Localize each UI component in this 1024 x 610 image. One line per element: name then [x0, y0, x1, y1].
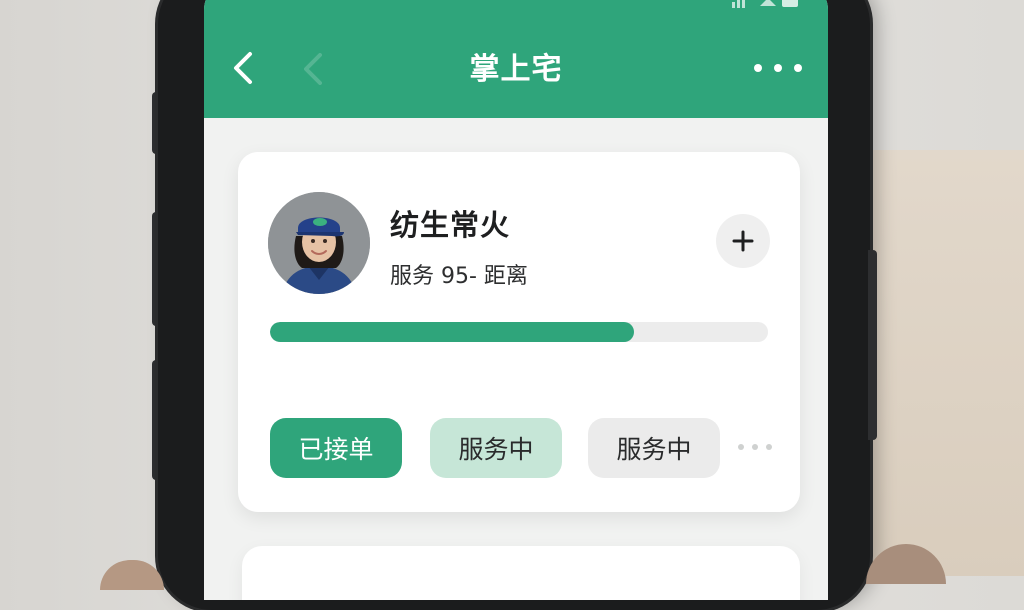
- more-dot: [752, 444, 758, 450]
- more-dot: [794, 64, 802, 72]
- more-button[interactable]: [754, 54, 802, 82]
- worker-avatar-icon: [268, 192, 370, 294]
- progress-fill: [270, 322, 634, 342]
- next-card: [242, 546, 800, 600]
- more-dot: [766, 444, 772, 450]
- avatar[interactable]: [268, 192, 370, 294]
- background-surface: [870, 150, 1024, 576]
- more-dot: [754, 64, 762, 72]
- phone-screen: 掌上宅 纺生常火 服务 95- 距离 已接单 服务中 服务中: [204, 0, 828, 600]
- page-title: 掌上宅: [469, 52, 563, 87]
- status-chip-in-service[interactable]: 服务中: [430, 418, 562, 478]
- signal-wifi-battery-icon: [732, 0, 798, 8]
- add-button[interactable]: [716, 214, 770, 268]
- phone-power-button: [868, 250, 877, 440]
- worker-name: 纺生常火: [390, 208, 511, 242]
- status-chip-in-service-secondary[interactable]: 服务中: [588, 418, 720, 478]
- worker-meta: 服务 95- 距离: [390, 264, 528, 289]
- plus-icon: [732, 230, 754, 252]
- more-dot: [738, 444, 744, 450]
- progress-bar: [270, 322, 768, 342]
- worker-card: 纺生常火 服务 95- 距离 已接单 服务中 服务中: [238, 152, 800, 512]
- app-header: 掌上宅: [204, 0, 828, 118]
- status-bar-icons: [730, 0, 800, 14]
- more-dot: [774, 64, 782, 72]
- more-chips-indicator[interactable]: [738, 442, 772, 452]
- status-chip-accepted[interactable]: 已接单: [270, 418, 402, 478]
- finger: [100, 560, 164, 590]
